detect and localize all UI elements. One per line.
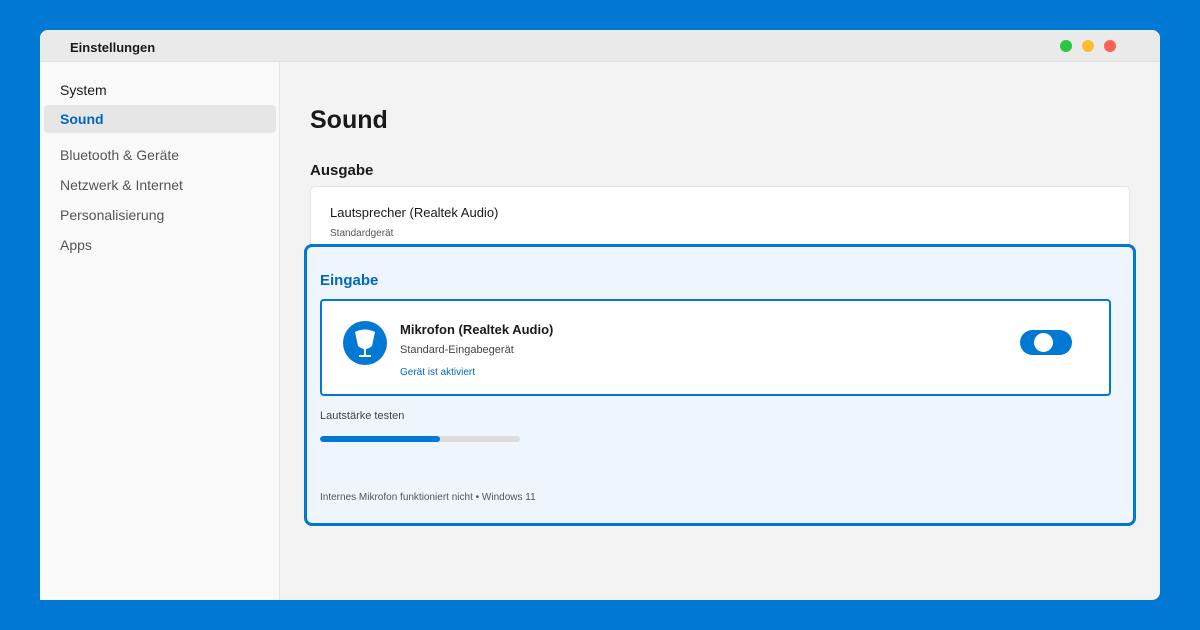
microphone-icon (343, 321, 387, 365)
maximize-button[interactable] (1060, 40, 1072, 52)
close-button[interactable] (1104, 40, 1116, 52)
sidebar-item-bluetooth[interactable]: Bluetooth & Geräte (44, 141, 276, 169)
sidebar-item-apps[interactable]: Apps (44, 231, 276, 259)
sidebar-item-label: Sound (60, 111, 104, 127)
sidebar-item-label: Apps (60, 237, 92, 253)
settings-window: Einstellungen System Sound Bluetooth & G… (40, 30, 1160, 600)
title-bar: Einstellungen (40, 30, 1160, 62)
minimize-button[interactable] (1082, 40, 1094, 52)
sidebar-item-sound[interactable]: Sound (44, 105, 276, 133)
volume-meter-fill (320, 436, 440, 442)
sidebar-item-network[interactable]: Netzwerk & Internet (44, 171, 276, 199)
sidebar: System Sound Bluetooth & Geräte Netzwerk… (40, 62, 280, 600)
input-device-name: Mikrofon (Realtek Audio) (400, 322, 554, 337)
sidebar-item-system[interactable]: System (44, 76, 276, 104)
volume-test-label: Lautstärke testen (320, 410, 405, 422)
volume-meter (320, 436, 520, 442)
input-device-card[interactable]: Mikrofon (Realtek Audio) Standard-Eingab… (320, 299, 1111, 396)
input-section: Eingabe Mikrofon (Realtek Audio) Standar… (304, 244, 1136, 526)
sidebar-item-label: Netzwerk & Internet (60, 177, 183, 193)
window-title: Einstellungen (70, 40, 156, 55)
main-content: Sound Ausgabe Lautsprecher (Realtek Audi… (280, 62, 1160, 600)
output-heading: Ausgabe (310, 162, 374, 179)
toggle-knob (1034, 333, 1053, 352)
sidebar-item-label: System (60, 82, 107, 98)
sidebar-item-label: Bluetooth & Geräte (60, 147, 180, 163)
output-device-name: Lautsprecher (Realtek Audio) (330, 205, 499, 220)
output-device-subtitle: Standardgerät (330, 228, 394, 239)
footer-note: Internes Mikrofon funktioniert nicht • W… (320, 492, 536, 503)
input-device-subtitle: Standard-Eingabegerät (400, 344, 514, 356)
microphone-toggle[interactable] (1020, 330, 1072, 355)
sidebar-item-personalization[interactable]: Personalisierung (44, 201, 276, 229)
sidebar-item-label: Personalisierung (60, 207, 165, 223)
input-heading: Eingabe (320, 272, 379, 289)
page-title: Sound (310, 106, 388, 134)
input-device-status: Gerät ist aktiviert (400, 367, 476, 378)
